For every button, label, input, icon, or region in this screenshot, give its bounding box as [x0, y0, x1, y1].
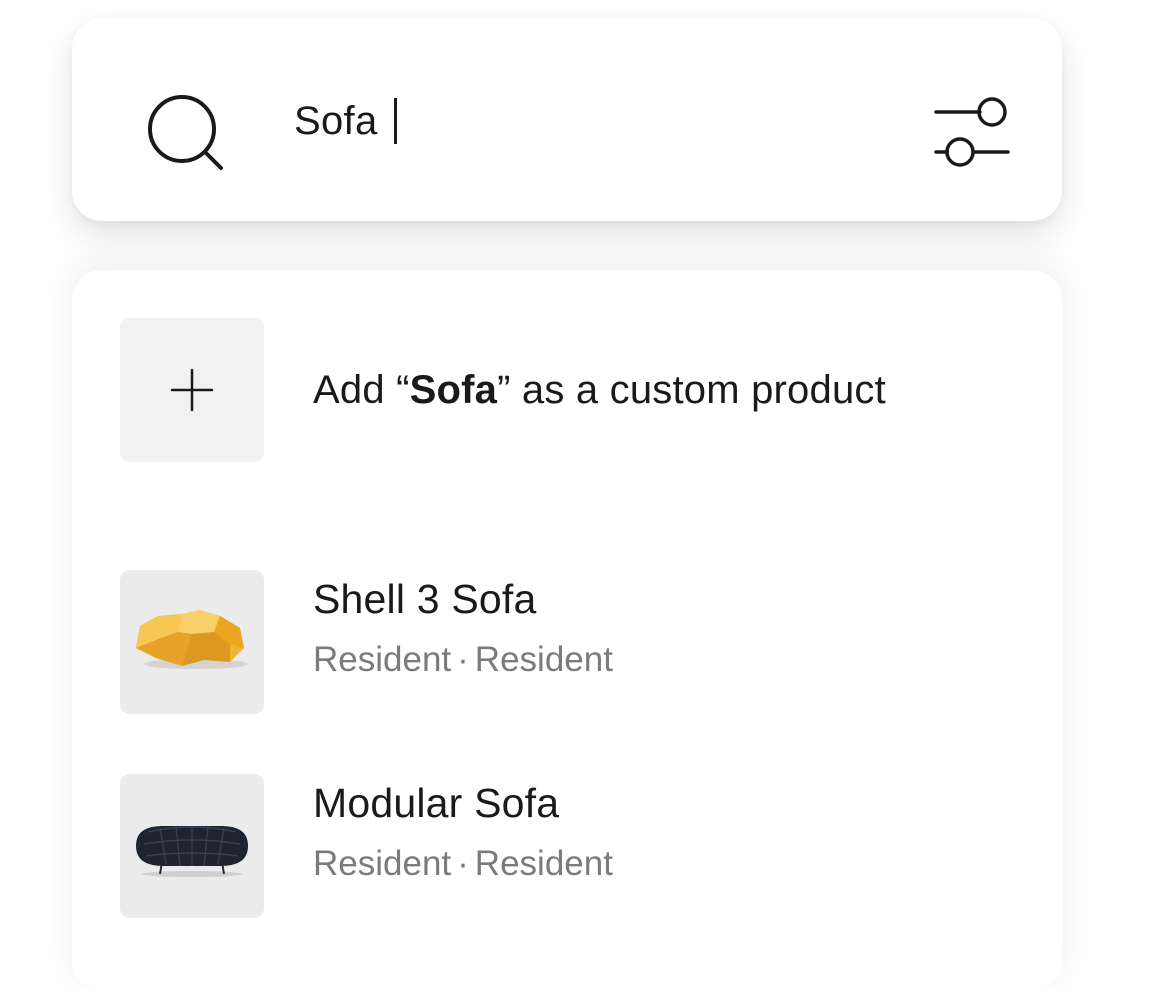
modular-sofa-image — [136, 825, 248, 877]
product-thumbnail — [120, 774, 264, 918]
product-meta: Resident · Resident — [313, 842, 613, 886]
product-brand: Resident — [313, 844, 452, 883]
product-collection: Resident — [474, 844, 613, 883]
sliders-icon[interactable] — [934, 96, 1010, 168]
search-icon[interactable] — [146, 93, 228, 175]
shell-sofa-image — [136, 610, 248, 669]
search-input[interactable]: Sofa — [294, 95, 894, 147]
add-label-prefix: Add “ — [313, 368, 410, 412]
product-name: Modular Sofa — [313, 780, 560, 826]
meta-separator: · — [457, 640, 469, 679]
product-name: Shell 3 Sofa — [313, 576, 537, 622]
add-label-suffix: ” as a custom product — [497, 368, 886, 412]
add-custom-product-label[interactable]: Add “Sofa” as a custom product — [313, 366, 886, 414]
product-collection: Resident — [474, 640, 613, 679]
add-label-query: Sofa — [409, 368, 498, 412]
product-thumbnail — [120, 570, 264, 714]
search-input-value[interactable]: Sofa — [294, 95, 378, 147]
list-item[interactable]: Shell 3 Sofa Resident · Resident — [120, 570, 1020, 714]
text-cursor — [393, 98, 397, 144]
add-custom-product-row[interactable]: Add “Sofa” as a custom product — [120, 318, 1020, 462]
plus-tile — [120, 318, 264, 462]
product-meta: Resident · Resident — [313, 638, 613, 682]
product-brand: Resident — [313, 640, 452, 679]
list-item[interactable]: Modular Sofa Resident · Resident — [120, 774, 1020, 918]
plus-icon — [170, 368, 214, 412]
meta-separator: · — [457, 844, 469, 883]
